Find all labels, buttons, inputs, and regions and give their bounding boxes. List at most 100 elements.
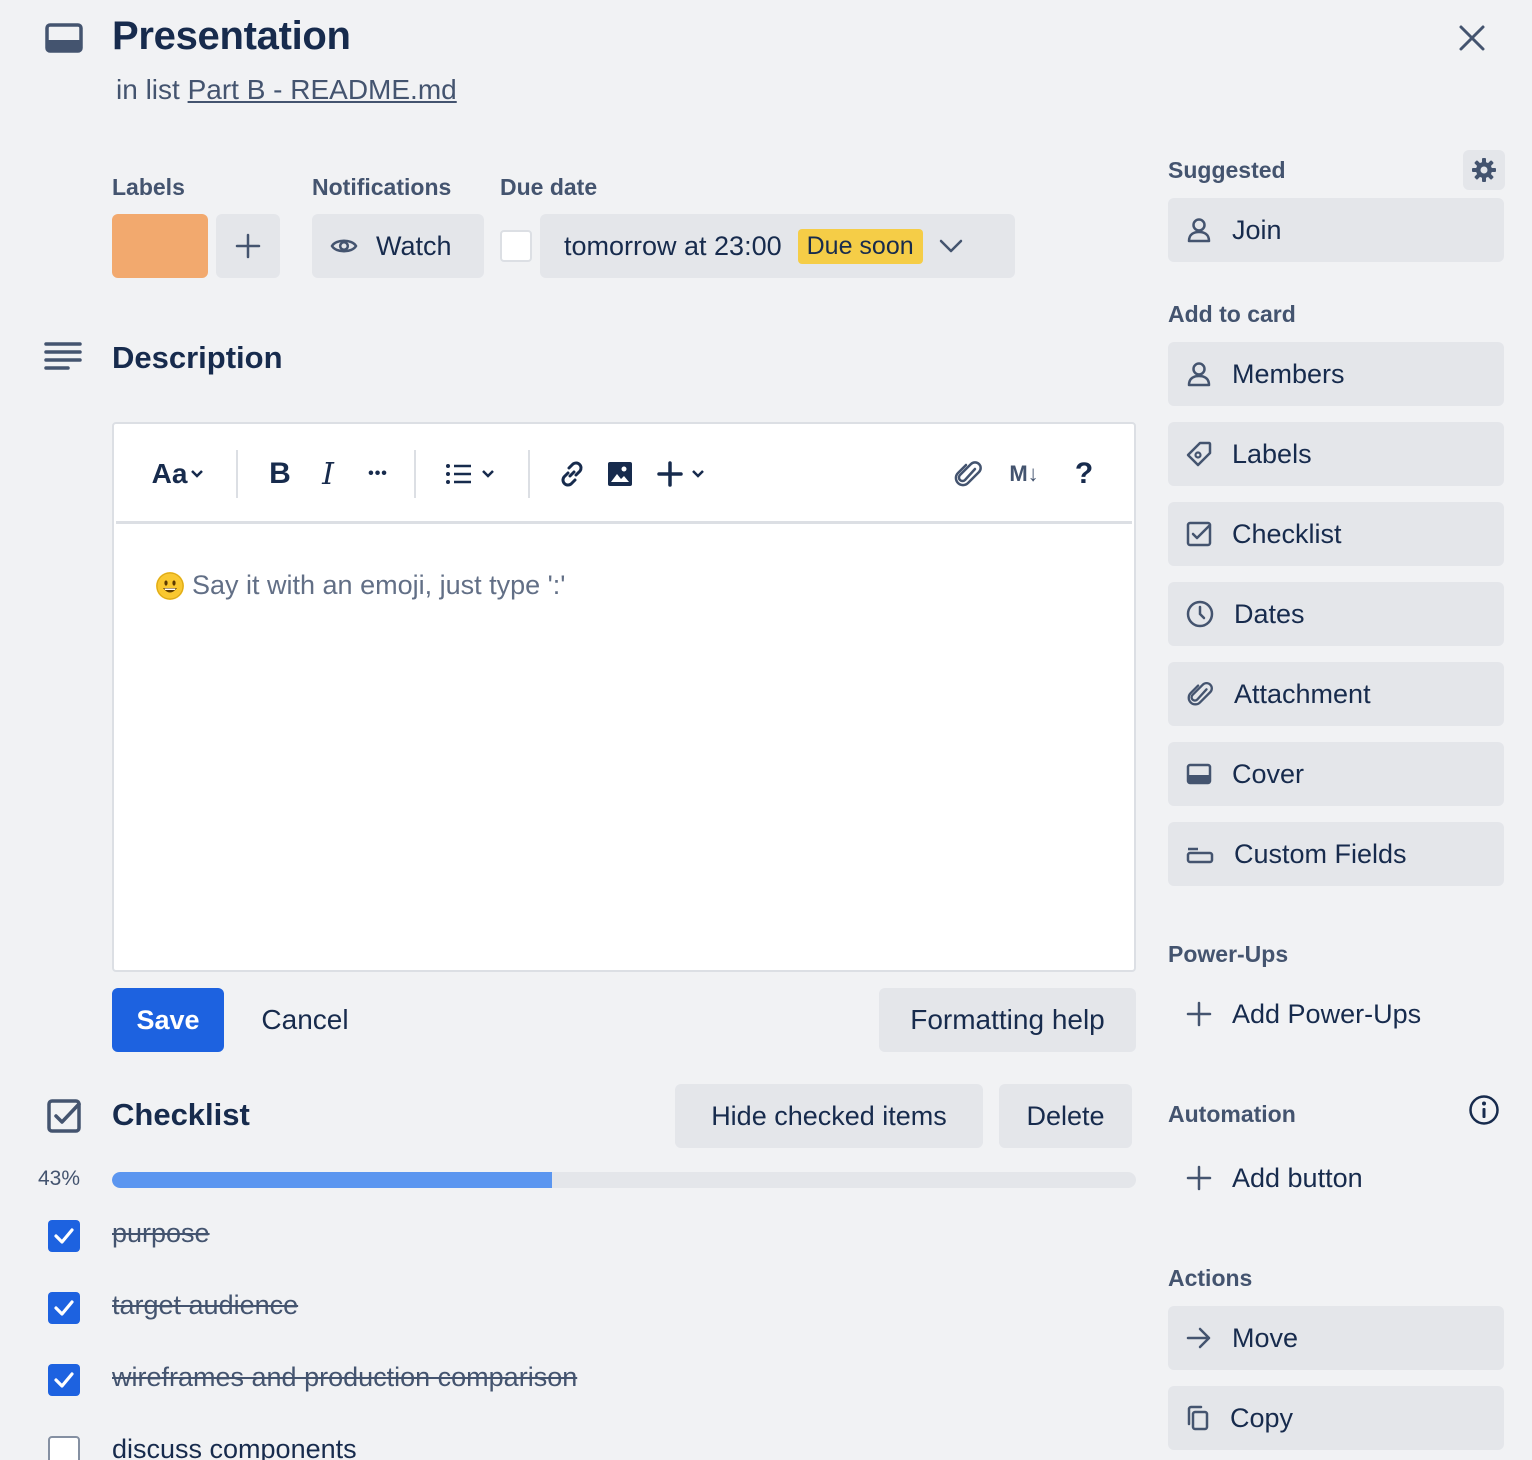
- list-link[interactable]: Part B - README.md: [188, 74, 457, 105]
- checklist-item-checkbox[interactable]: [48, 1292, 80, 1324]
- actions-heading: Actions: [1168, 1265, 1253, 1291]
- paperclip-icon: [1186, 680, 1214, 708]
- clock-icon: [1186, 600, 1214, 628]
- join-label: Join: [1232, 214, 1282, 245]
- chevron-down-icon: [191, 470, 204, 478]
- chevron-down-icon: [482, 470, 494, 478]
- copy-button[interactable]: Copy: [1168, 1386, 1504, 1450]
- card-title[interactable]: Presentation: [112, 14, 351, 59]
- checkbox-icon: [1186, 521, 1212, 547]
- checklist-item-text[interactable]: discuss components: [112, 1434, 357, 1460]
- automation-info-button[interactable]: [1466, 1092, 1502, 1128]
- suggested-settings-button[interactable]: [1463, 150, 1505, 190]
- description-editor[interactable]: Aa B I ••• M↓ ? Say it with an emoji, ju…: [112, 422, 1136, 972]
- copy-icon: [1187, 1405, 1209, 1431]
- add-to-card-label: Members: [1232, 358, 1345, 389]
- delete-checklist-button[interactable]: Delete: [999, 1084, 1132, 1148]
- checklist-item-checkbox[interactable]: [48, 1364, 80, 1396]
- close-icon: [1459, 25, 1485, 51]
- add-dates-button[interactable]: Dates: [1168, 582, 1504, 646]
- add-to-card-label: Attachment: [1234, 678, 1371, 709]
- due-date-heading: Due date: [500, 174, 598, 200]
- add-to-card-label: Cover: [1232, 758, 1305, 789]
- checkmark-icon: [54, 1228, 74, 1244]
- cover-icon: [1186, 762, 1212, 786]
- editor-toolbar: Aa B I ••• M↓ ?: [116, 424, 1132, 524]
- checklist-progress-percent: 43%: [38, 1167, 81, 1190]
- suggested-heading: Suggested: [1168, 157, 1286, 183]
- person-icon: [1186, 361, 1212, 387]
- checklist-progress-bar: [112, 1172, 1136, 1188]
- save-button[interactable]: Save: [112, 988, 224, 1052]
- add-to-card-label: Checklist: [1232, 518, 1342, 549]
- arrow-right-icon: [1186, 1327, 1211, 1349]
- add-attachment-button[interactable]: Attachment: [1168, 662, 1504, 726]
- custom-fields-icon: [1186, 843, 1214, 865]
- more-formatting-button[interactable]: •••: [356, 452, 400, 496]
- plus-icon: [1186, 1165, 1212, 1191]
- due-date-value: tomorrow at 23:00: [564, 230, 782, 261]
- link-icon: [561, 461, 583, 487]
- checklist-heading: Checklist: [112, 1097, 250, 1132]
- bold-button[interactable]: B: [262, 452, 298, 496]
- powerups-heading: Power-Ups: [1168, 941, 1289, 967]
- markdown-toggle[interactable]: M↓: [1002, 452, 1046, 496]
- editor-help-button[interactable]: ?: [1064, 452, 1104, 496]
- link-button[interactable]: [552, 452, 592, 496]
- add-button-label: Add button: [1232, 1162, 1363, 1193]
- add-powerups-button[interactable]: Add Power-Ups: [1168, 982, 1504, 1046]
- chevron-down-icon: [939, 239, 962, 253]
- move-label: Move: [1232, 1322, 1299, 1353]
- card-icon: [44, 22, 84, 56]
- list-dropdown[interactable]: [438, 452, 502, 496]
- checklist-item-text[interactable]: purpose: [112, 1218, 210, 1249]
- insert-dropdown[interactable]: [650, 452, 712, 496]
- checkmark-icon: [54, 1300, 74, 1316]
- attach-button[interactable]: [946, 452, 990, 496]
- add-cover-button[interactable]: Cover: [1168, 742, 1504, 806]
- watch-button[interactable]: Watch: [312, 214, 484, 278]
- add-members-button[interactable]: Members: [1168, 342, 1504, 406]
- paperclip-icon: [954, 461, 982, 487]
- grinning-face-icon: [156, 571, 184, 600]
- add-labels-button[interactable]: Labels: [1168, 422, 1504, 486]
- editor-placeholder: Say it with an emoji, just type ':': [156, 570, 565, 601]
- description-heading: Description: [112, 340, 283, 375]
- cancel-button[interactable]: Cancel: [236, 988, 374, 1052]
- plus-icon: [1186, 1001, 1212, 1027]
- due-soon-badge: Due soon: [797, 228, 923, 264]
- watch-label: Watch: [376, 230, 452, 261]
- checklist-item-checkbox[interactable]: [48, 1436, 80, 1460]
- formatting-help-button[interactable]: Formatting help: [879, 988, 1136, 1052]
- add-to-card-label: Dates: [1234, 598, 1305, 629]
- person-icon: [1187, 218, 1211, 243]
- list-breadcrumb: in list Part B - README.md: [116, 74, 457, 106]
- plus-icon: [235, 233, 261, 259]
- hide-checked-items-button[interactable]: Hide checked items: [675, 1084, 983, 1148]
- add-checklist-button[interactable]: Checklist: [1168, 502, 1504, 566]
- italic-button[interactable]: I: [310, 452, 346, 496]
- checkmark-icon: [54, 1372, 74, 1388]
- add-custom-fields-button[interactable]: Custom Fields: [1168, 822, 1504, 886]
- info-icon: [1469, 1095, 1499, 1125]
- checklist-icon: [46, 1098, 82, 1134]
- automation-heading: Automation: [1168, 1101, 1296, 1127]
- image-button[interactable]: [600, 452, 640, 496]
- text-style-dropdown[interactable]: Aa: [146, 452, 210, 496]
- checklist-item-text[interactable]: target audience: [112, 1290, 298, 1321]
- add-label-button[interactable]: [216, 214, 280, 278]
- in-list-prefix: in list: [116, 74, 180, 105]
- add-button-button[interactable]: Add button: [1168, 1146, 1504, 1210]
- move-button[interactable]: Move: [1168, 1306, 1504, 1370]
- placeholder-text: Say it with an emoji, just type ':': [192, 570, 566, 600]
- join-button[interactable]: Join: [1168, 198, 1504, 262]
- label-chip-orange[interactable]: [112, 214, 208, 278]
- add-to-card-label: Custom Fields: [1234, 838, 1407, 869]
- labels-heading: Labels: [112, 174, 185, 200]
- checklist-item-text[interactable]: wireframes and production comparison: [112, 1362, 577, 1393]
- checklist-item-checkbox[interactable]: [48, 1220, 80, 1252]
- image-icon: [608, 462, 632, 486]
- due-date-complete-checkbox[interactable]: [500, 230, 532, 262]
- close-button[interactable]: [1450, 16, 1494, 60]
- due-date-button[interactable]: tomorrow at 23:00 Due soon: [540, 214, 1015, 278]
